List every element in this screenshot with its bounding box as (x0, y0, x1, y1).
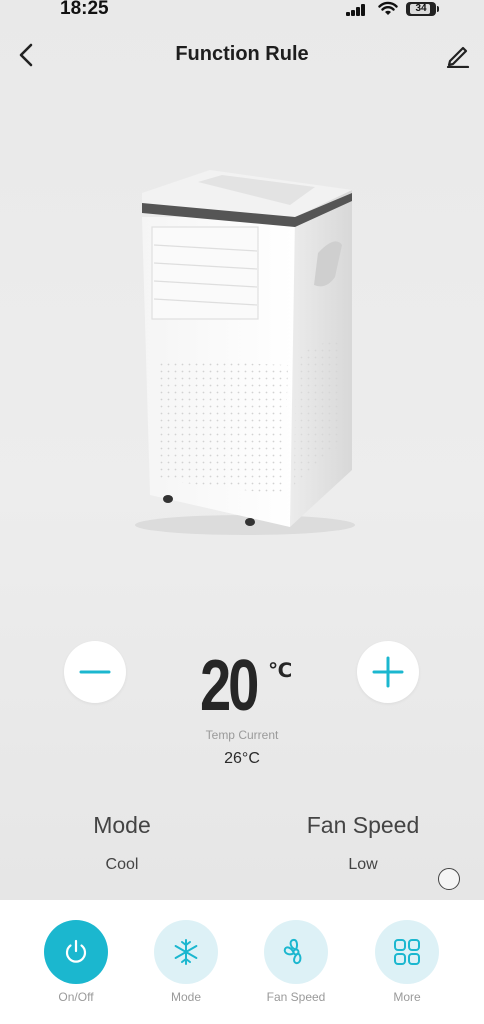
increase-temp-button[interactable] (357, 641, 419, 703)
mode-label: Mode (93, 812, 151, 838)
status-time: 18:25 (60, 0, 109, 19)
tab-label: Mode (170, 990, 202, 1004)
plus-icon (372, 656, 404, 688)
tab-label: On/Off (58, 990, 94, 1004)
air-conditioner-image (135, 170, 355, 535)
temperature-unit: ℃ (268, 660, 293, 682)
decrease-temp-button[interactable] (64, 641, 126, 703)
temperature-setpoint: 20 (200, 646, 259, 726)
fan-icon (283, 938, 302, 965)
tab-label: More (393, 990, 421, 1004)
fan-speed-value: Low (348, 856, 378, 873)
cellular-signal-icon (346, 4, 368, 16)
wifi-icon (378, 1, 398, 15)
tab-fan-speed[interactable]: Fan Speed (261, 920, 331, 1010)
status-bar: 18:25 34 (0, 0, 484, 22)
minus-icon (79, 670, 111, 674)
tab-mode[interactable]: Mode (151, 920, 221, 1010)
power-icon (65, 939, 87, 963)
tab-on-off[interactable]: On/Off (41, 920, 111, 1010)
tab-label: Fan Speed (266, 990, 326, 1004)
grid-icon (394, 939, 420, 965)
current-temp-label: Temp Current (205, 728, 279, 742)
fan-speed-label: Fan Speed (306, 812, 420, 838)
snowflake-icon (174, 939, 198, 965)
page-title: Function Rule (175, 43, 309, 65)
battery-level: 34 (415, 3, 427, 14)
mode-value: Cool (105, 856, 139, 873)
battery-icon: 34 (406, 2, 439, 16)
tab-more[interactable]: More (372, 920, 442, 1010)
assistive-touch-button[interactable] (438, 868, 460, 890)
edit-pencil-icon[interactable] (444, 42, 470, 68)
current-temp-value: 26°C (224, 750, 260, 767)
